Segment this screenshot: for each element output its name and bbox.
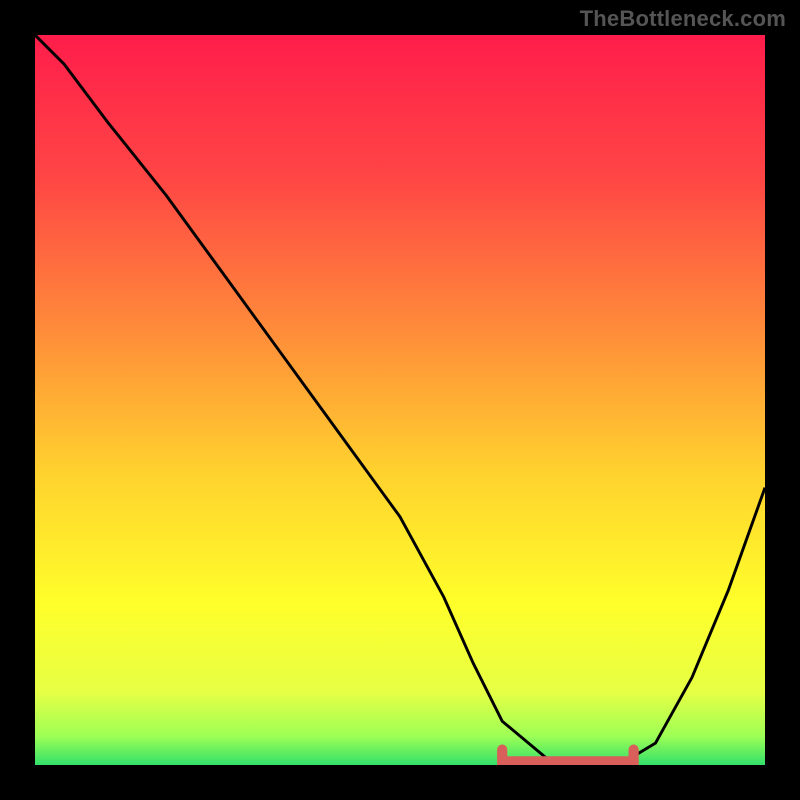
chart-stage: TheBottleneck.com <box>0 0 800 800</box>
watermark-text: TheBottleneck.com <box>580 6 786 32</box>
curve-path <box>35 35 765 765</box>
flat-region-marker <box>502 750 633 762</box>
bottleneck-curve <box>35 35 765 765</box>
plot-area <box>35 35 765 765</box>
